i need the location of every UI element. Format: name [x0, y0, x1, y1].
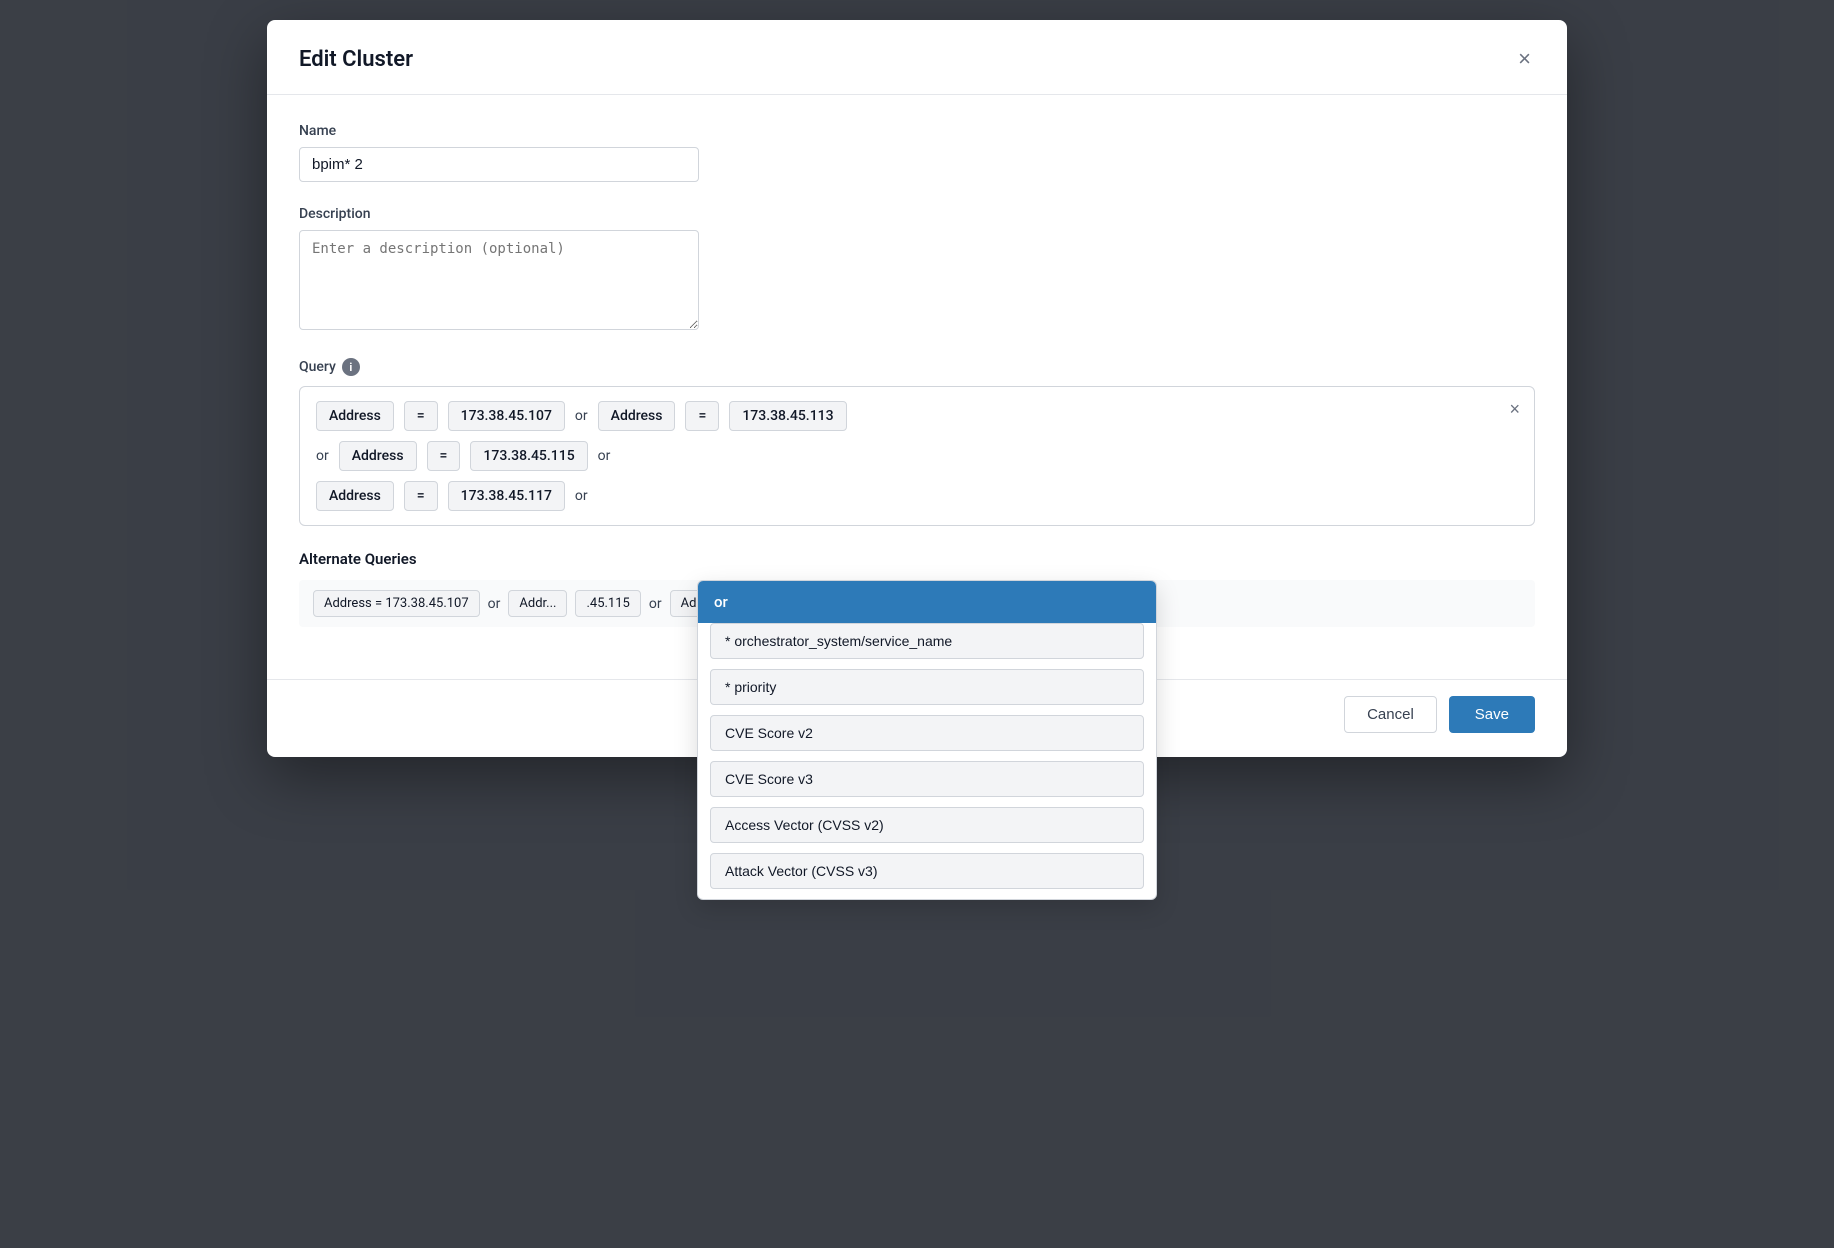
dropdown-item-1[interactable]: * orchestrator_system/service_name — [698, 623, 1156, 669]
dropdown-item-2[interactable]: * priority — [698, 669, 1156, 715]
dropdown-btn-attack-vector[interactable]: Attack Vector (CVSS v3) — [710, 853, 1144, 889]
query-pill: Address — [339, 441, 417, 471]
query-pill: Address — [598, 401, 676, 431]
description-input[interactable] — [299, 230, 699, 330]
query-pill: = — [427, 441, 461, 471]
dropdown-btn-access-vector[interactable]: Access Vector (CVSS v2) — [710, 807, 1144, 843]
query-close-button[interactable]: × — [1509, 399, 1520, 420]
query-op: or — [488, 596, 501, 612]
save-button[interactable]: Save — [1449, 696, 1535, 733]
dropdown-item-3[interactable]: CVE Score v2 — [698, 715, 1156, 761]
description-label: Description — [299, 206, 1535, 222]
alternate-queries-label: Alternate Queries — [299, 550, 1535, 568]
query-op: or — [316, 448, 329, 464]
query-pill: = — [685, 401, 719, 431]
query-pill: 173.38.45.117 — [448, 481, 565, 511]
query-pill: 173.38.45.107 — [448, 401, 565, 431]
close-button[interactable]: × — [1514, 44, 1535, 74]
query-row-2: or Address = 173.38.45.115 or — [316, 441, 1518, 471]
query-op: or — [649, 596, 662, 612]
dropdown-item-6[interactable]: Attack Vector (CVSS v3) — [698, 853, 1156, 899]
cancel-button[interactable]: Cancel — [1344, 696, 1437, 733]
dropdown-btn-cve-v3[interactable]: CVE Score v3 — [710, 761, 1144, 797]
query-pill: Address — [316, 481, 394, 511]
query-box: × Address = 173.38.45.107 or Address = 1… — [299, 386, 1535, 526]
dropdown-btn-cve-v2[interactable]: CVE Score v2 — [710, 715, 1144, 751]
query-label: Query i — [299, 358, 1535, 376]
query-pill: 173.38.45.115 — [470, 441, 587, 471]
query-op: or — [575, 488, 588, 504]
alt-pill: .45.115 — [575, 590, 640, 617]
query-op: or — [598, 448, 611, 464]
dropdown-header: or — [698, 581, 1156, 623]
query-info-icon[interactable]: i — [342, 358, 360, 376]
dropdown-btn-priority[interactable]: * priority — [710, 669, 1144, 705]
dropdown-menu: or * orchestrator_system/service_name * … — [697, 580, 1157, 900]
modal-overlay: Edit Cluster × Name Description Query i — [0, 0, 1834, 1248]
dropdown-item-5[interactable]: Access Vector (CVSS v2) — [698, 807, 1156, 853]
query-row-1: Address = 173.38.45.107 or Address = 173… — [316, 401, 1518, 431]
name-label: Name — [299, 123, 1535, 139]
query-pill: Address — [316, 401, 394, 431]
query-op: or — [575, 408, 588, 424]
modal-header: Edit Cluster × — [267, 20, 1567, 95]
query-row-3: Address = 173.38.45.117 or — [316, 481, 1518, 511]
query-pill: 173.38.45.113 — [729, 401, 846, 431]
name-field-group: Name — [299, 123, 1535, 182]
query-field-group: Query i × Address = 173.38.45.107 or Add… — [299, 358, 1535, 526]
description-field-group: Description — [299, 206, 1535, 334]
dropdown-item-4[interactable]: CVE Score v3 — [698, 761, 1156, 807]
alt-pill: Address = 173.38.45.107 — [313, 590, 480, 617]
query-pill: = — [404, 481, 438, 511]
alt-pill: Addr... — [508, 590, 567, 617]
query-pill: = — [404, 401, 438, 431]
dropdown-btn-orchestrator[interactable]: * orchestrator_system/service_name — [710, 623, 1144, 659]
modal-title: Edit Cluster — [299, 47, 413, 72]
name-input[interactable] — [299, 147, 699, 182]
edit-cluster-modal: Edit Cluster × Name Description Query i — [267, 20, 1567, 757]
